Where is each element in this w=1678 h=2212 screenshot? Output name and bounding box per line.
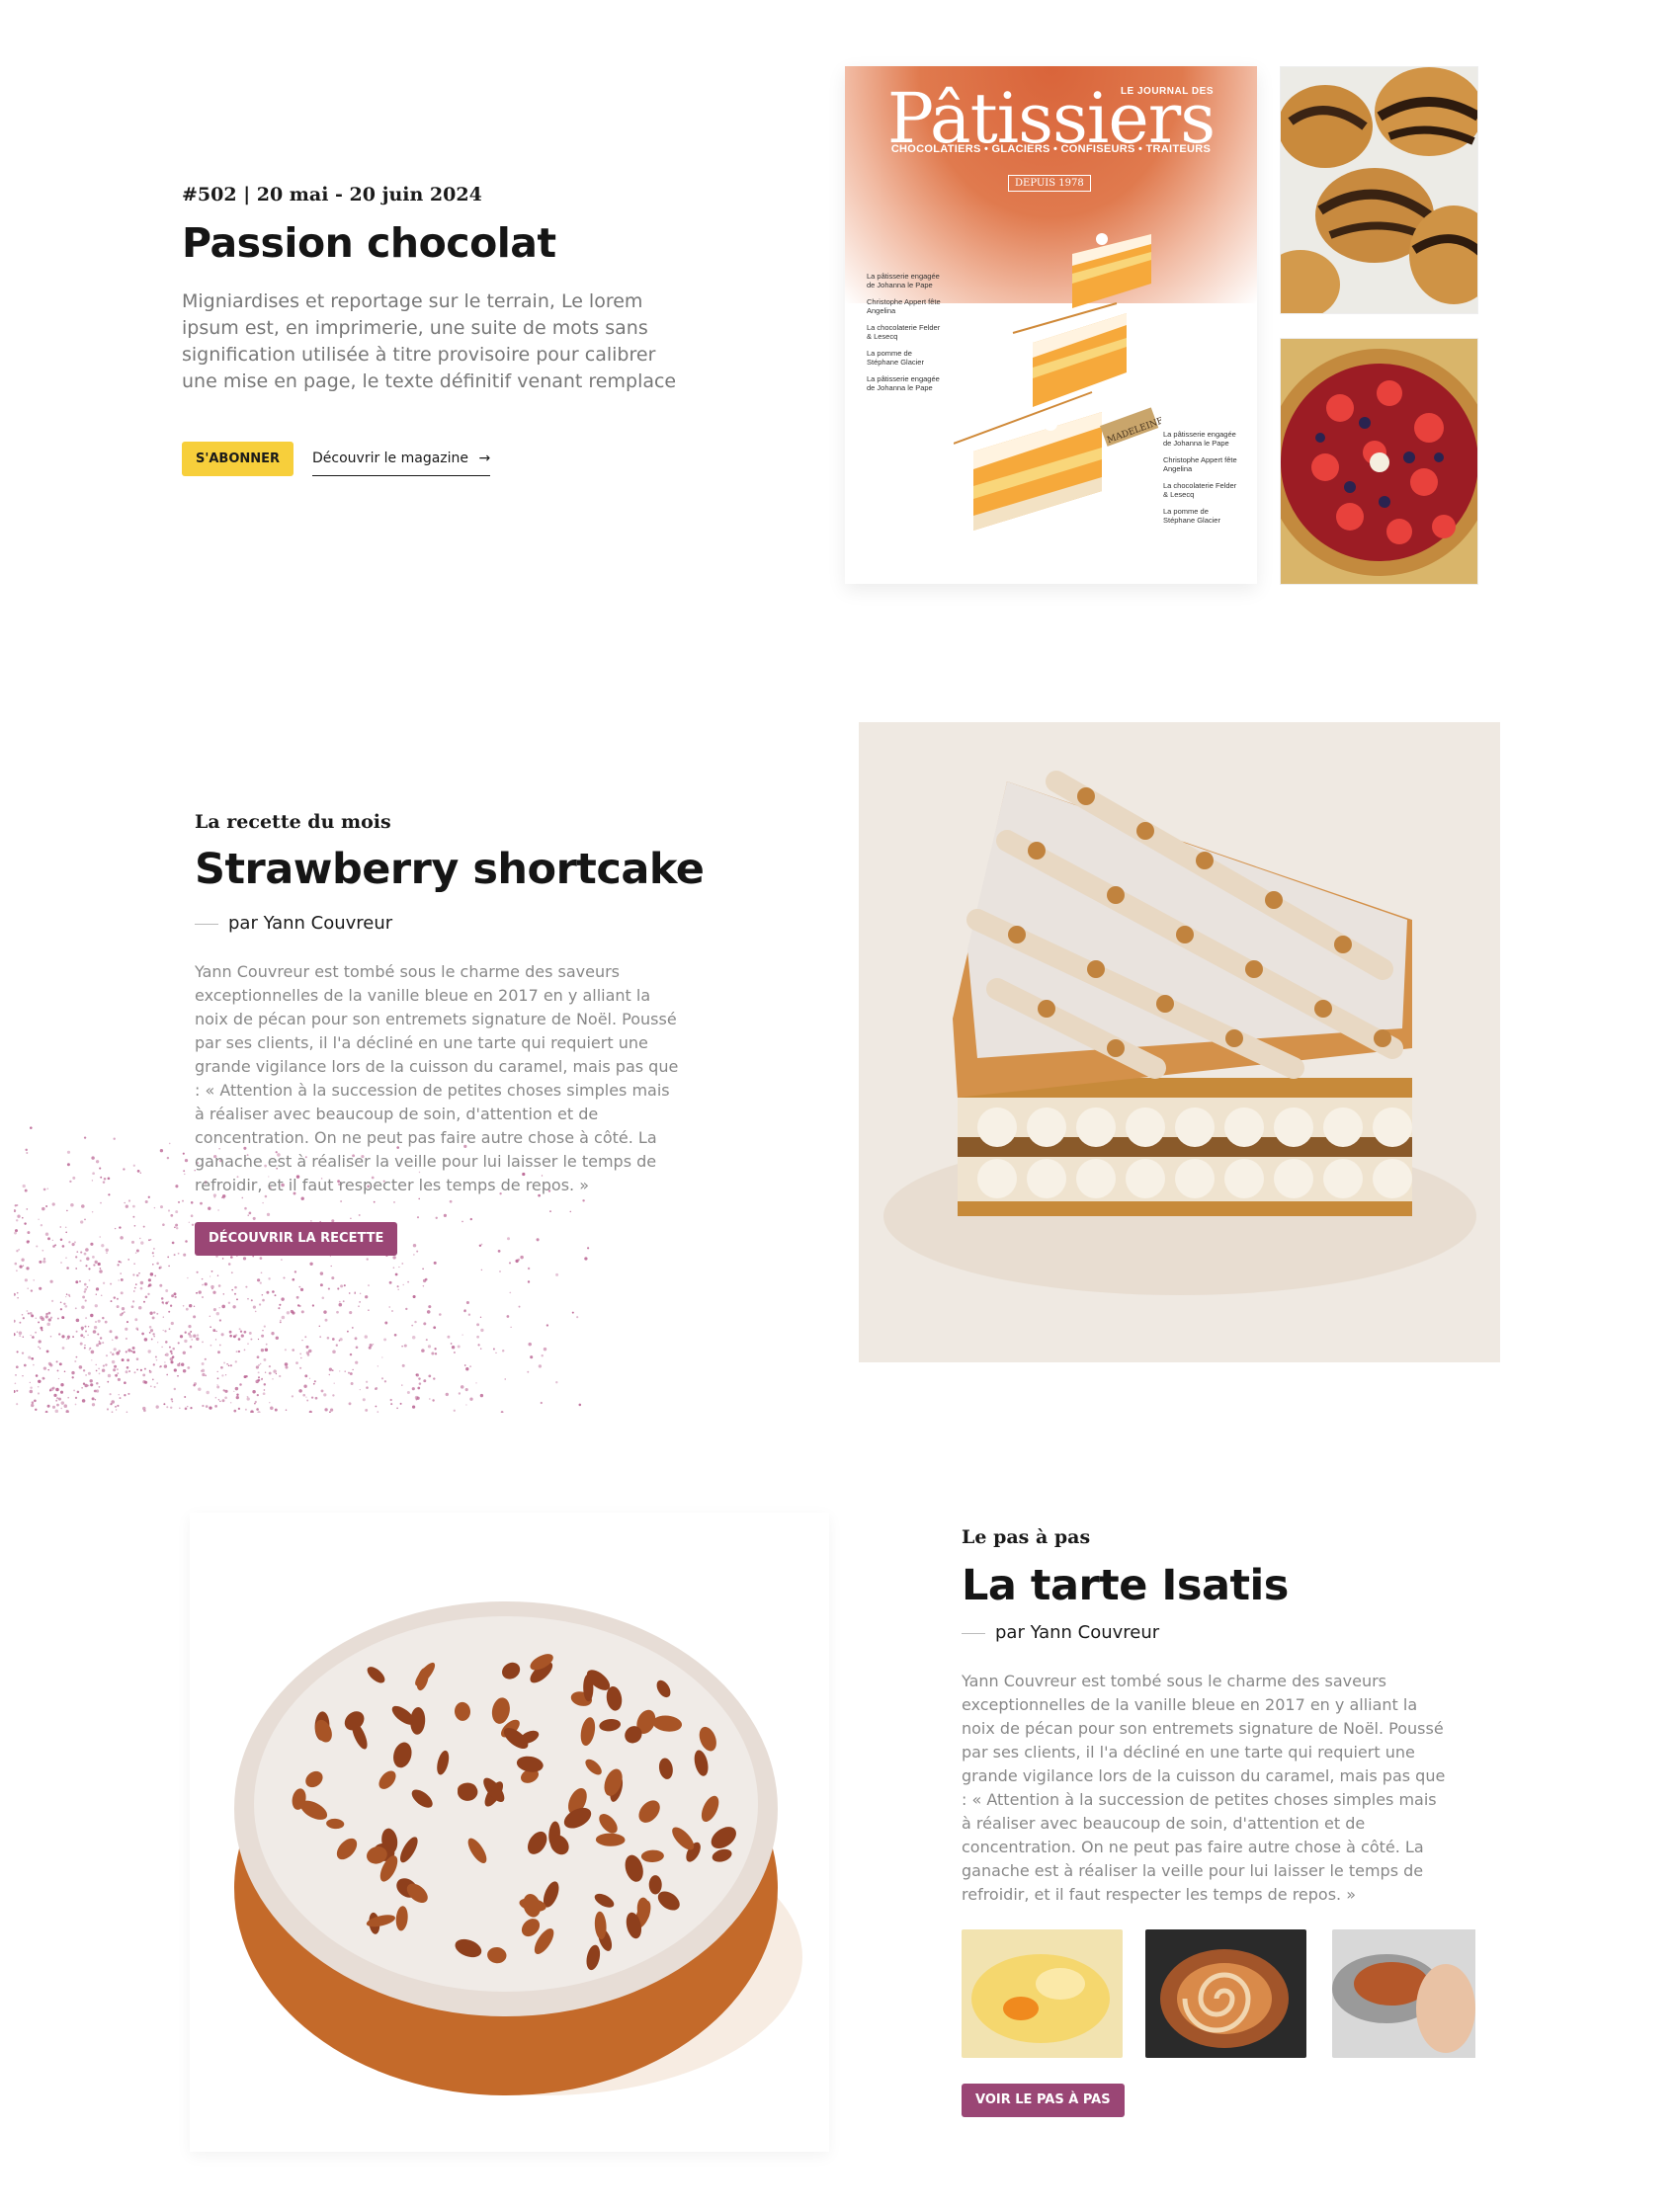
step-thumbnail-3[interactable] (1332, 1929, 1493, 2058)
recipe-body: Yann Couvreur est tombé sous le charme d… (195, 962, 679, 1194)
magazine-cover[interactable]: LE JOURNAL DES Pâtissiers CHOCOLATIERS •… (845, 66, 1257, 584)
issue-dates: 20 mai - 20 juin 2024 (256, 184, 482, 205)
brioche-thumbnail[interactable] (1280, 66, 1478, 314)
cover-note: Christophe Appert fête Angelina (1163, 455, 1237, 473)
fruit-tart-thumbnail[interactable] (1280, 338, 1478, 585)
step-kicker: Le pas à pas (962, 1526, 1091, 1548)
step-hero-image[interactable] (190, 1513, 829, 2152)
step-title: La tarte Isatis (962, 1561, 1289, 1610)
cover-notes-left: La pâtisserie engagée de Johanna le Pape… (867, 272, 944, 400)
cover-since: DEPUIS 1978 (1008, 175, 1091, 192)
magazine-title: Passion chocolat (182, 219, 556, 267)
view-step-by-step-button[interactable]: VOIR LE PAS À PAS (962, 2084, 1125, 2117)
cover-note: La pomme de Stéphane Glacier (867, 349, 924, 367)
byline-dash (962, 1632, 985, 1634)
arrow-right-icon: → (478, 451, 491, 466)
step-body: Yann Couvreur est tombé sous le charme d… (962, 1672, 1446, 1904)
recipe-hero-image[interactable] (859, 722, 1500, 1362)
step-thumbnail-1[interactable] (962, 1929, 1123, 2058)
recipe-kicker: La recette du mois (195, 811, 391, 833)
discover-recipe-button[interactable]: DÉCOUVRIR LA RECETTE (195, 1222, 398, 1256)
discover-magazine-link[interactable]: Découvrir le magazine → (312, 451, 491, 476)
cover-note: La pâtisserie engagée de Johanna le Pape (1163, 430, 1236, 448)
recipe-title: Strawberry shortcake (195, 845, 705, 894)
cover-note: La pâtisserie engagée de Johanna le Pape (867, 272, 940, 289)
step-byline: par Yann Couvreur (962, 1622, 1159, 1643)
cover-note: La chocolaterie Felder & Lesecq (867, 323, 941, 341)
cover-note: La pomme de Stéphane Glacier (1163, 507, 1220, 525)
issue-line: #502 | 20 mai - 20 juin 2024 (182, 184, 482, 205)
discover-magazine-label: Découvrir le magazine (312, 451, 469, 466)
step-author: par Yann Couvreur (995, 1622, 1160, 1643)
cover-note: La pâtisserie engagée de Johanna le Pape (867, 374, 940, 392)
cover-pastry-image: MADELEINE (954, 233, 1161, 531)
subscribe-button[interactable]: S'ABONNER (182, 442, 294, 476)
cover-note: Christophe Appert fête Angelina (867, 297, 941, 315)
magazine-lead: Migniardises et reportage sur le terrain… (182, 290, 677, 392)
recipe-byline: par Yann Couvreur (195, 913, 392, 934)
byline-dash (195, 923, 218, 925)
cover-subtitle: CHOCOLATIERS • GLACIERS • CONFISEURS • T… (890, 143, 1212, 155)
issue-number: #502 | (182, 184, 251, 205)
recipe-author: par Yann Couvreur (228, 913, 393, 934)
cover-notes-right: La pâtisserie engagée de Johanna le Pape… (1163, 430, 1242, 533)
step-thumbnail-2[interactable] (1145, 1929, 1306, 2058)
cover-note: La chocolaterie Felder & Lesecq (1163, 481, 1237, 499)
